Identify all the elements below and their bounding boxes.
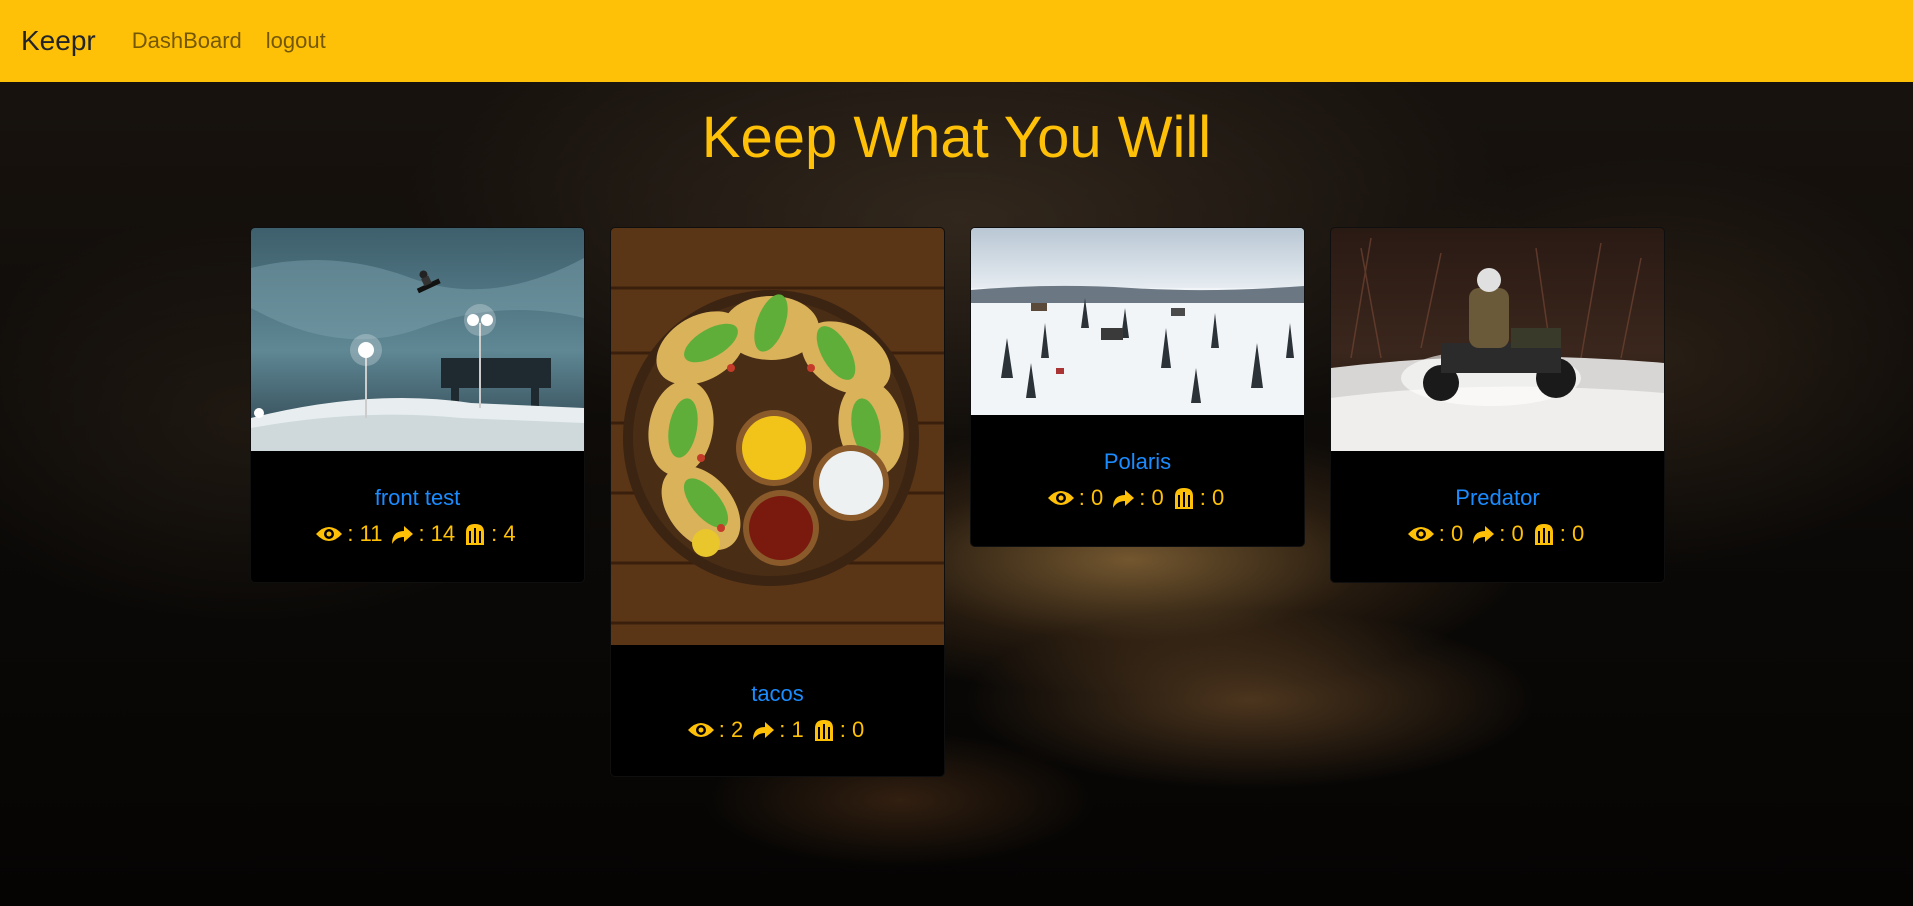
share-icon [1473,526,1495,544]
keep-stats: : 11 : 14 : 4 [251,521,584,547]
page-title: Keep What You Will [701,105,1212,170]
views-count: : 0 [1078,485,1104,510]
keep-card-front-test[interactable]: front test : 11 : 14 : 4 [250,227,585,583]
vault-icon [1174,488,1193,509]
vault-icon [814,720,833,741]
eye-icon [687,723,714,737]
keep-image-snow-cabins[interactable] [971,228,1304,415]
share-icon [1113,490,1135,508]
views-count: : 0 [1438,521,1464,546]
shares-count: : 0 [1139,485,1164,510]
share-icon [753,722,775,740]
brand-logo[interactable]: Keepr [21,25,96,57]
eye-icon [316,527,343,541]
eye-icon [1407,527,1434,541]
keep-stats: : 0 : 0 : 0 [1331,521,1664,547]
eye-icon [1047,491,1074,505]
keep-card-predator[interactable]: Predator : 0 : 0 : 0 [1330,227,1665,583]
vault-icon [466,524,485,545]
keep-title[interactable]: front test [251,485,584,511]
shares-count: : 0 [1499,521,1524,546]
keep-image-atv-snow[interactable] [1331,228,1664,451]
nav-link-logout[interactable]: logout [266,28,326,54]
keeps-count: : 4 [491,521,516,546]
views-count: : 11 [347,521,383,546]
keep-card-tacos[interactable]: tacos : 2 : 1 : 0 [610,227,945,777]
keeps-count: : 0 [1199,485,1225,510]
keep-image-snowboard[interactable] [251,228,584,451]
keep-stats: : 0 : 0 : 0 [971,485,1304,511]
keeps-count: : 0 [1559,521,1585,546]
navbar: Keepr DashBoard logout [0,0,1913,82]
vault-icon [1534,524,1553,545]
shares-count: : 14 [418,521,456,546]
views-count: : 2 [718,717,744,742]
share-icon [392,526,414,544]
keep-card-polaris[interactable]: Polaris : 0 : 0 : 0 [970,227,1305,547]
keep-title[interactable]: tacos [611,681,944,707]
keep-stats: : 2 : 1 : 0 [611,717,944,743]
shares-count: : 1 [779,717,804,742]
keep-title[interactable]: Polaris [971,449,1304,475]
keeps-count: : 0 [839,717,865,742]
nav-link-dashboard[interactable]: DashBoard [132,28,242,54]
keep-image-tacos[interactable] [611,228,944,645]
keep-title[interactable]: Predator [1331,485,1664,511]
